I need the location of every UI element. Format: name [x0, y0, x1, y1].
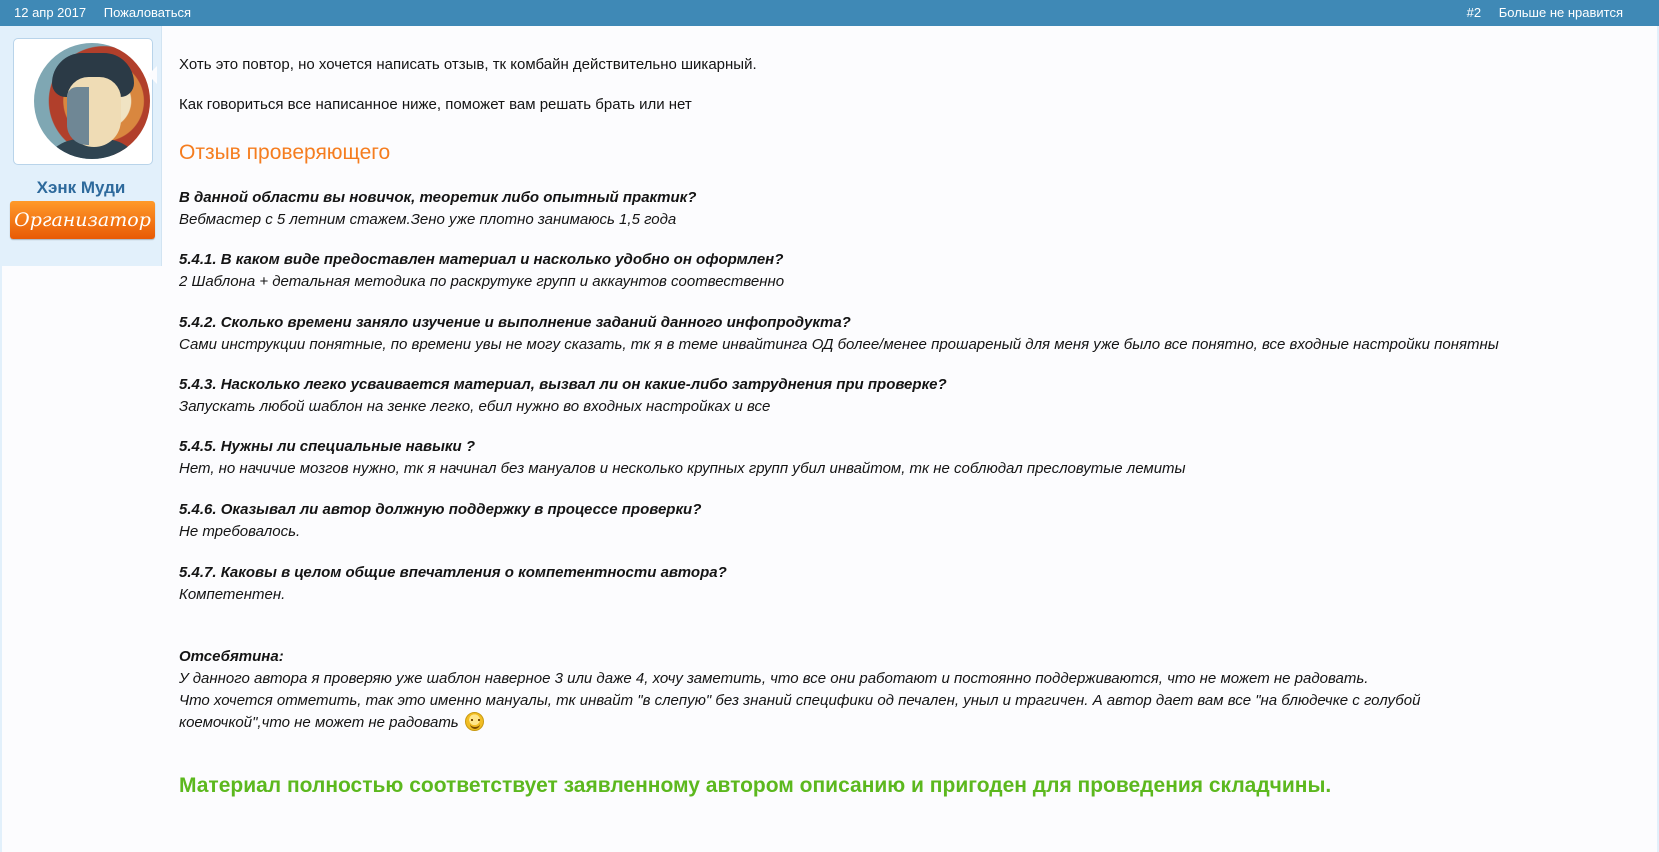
qa-answer: Вебмастер с 5 летним стажем.Зено уже пло…	[179, 211, 677, 228]
qa-answer: Нет, но начичие мозгов нужно, тк я начин…	[179, 460, 1186, 477]
avatar-shade-shape	[67, 87, 89, 145]
qa-block: 5.4.7. Каковы в целом общие впечатления …	[179, 562, 1639, 606]
qa-question: 5.4.2. Сколько времени заняло изучение и…	[179, 314, 851, 331]
smiley-icon	[464, 712, 484, 731]
role-badge: Организатор	[10, 201, 155, 239]
unlike-link[interactable]: Больше не нравится	[1499, 5, 1623, 20]
qa-question: 5.4.5. Нужны ли специальные навыки ?	[179, 438, 476, 455]
qa-question: 5.4.1. В каком виде предоставлен материа…	[179, 251, 784, 268]
avatar[interactable]	[34, 43, 150, 159]
notes-line-3-wrap: коемочкой",что не может не радовать	[179, 712, 1639, 734]
qa-question: 5.4.3. Насколько легко усваивается матер…	[179, 376, 947, 393]
qa-block: 5.4.6. Оказывал ли автор должную поддерж…	[179, 499, 1639, 543]
author-username[interactable]: Хэнк Муди	[0, 178, 162, 198]
notes-block: Отсебятина: У данного автора я проверяю …	[179, 646, 1639, 734]
post-number-link[interactable]: #2	[1467, 5, 1481, 20]
qa-block: 5.4.2. Сколько времени заняло изучение и…	[179, 312, 1639, 356]
qa-answer: Не требовалось.	[179, 523, 301, 540]
qa-answer: Сами инструкции понятные, по времени увы…	[179, 336, 1499, 353]
post-date[interactable]: 12 апр 2017	[14, 5, 86, 20]
author-sidebar: Хэнк Муди Организатор	[0, 26, 162, 266]
notes-line-3: коемочкой",что не может не радовать	[179, 714, 459, 731]
avatar-frame[interactable]	[13, 38, 153, 165]
qa-answer: Компетентен.	[179, 586, 286, 603]
notes-heading: Отсебятина:	[179, 648, 284, 665]
qa-answer: 2 Шаблона + детальная методика по раскру…	[179, 273, 785, 290]
post-header-bar: 12 апр 2017 Пожаловаться #2 Больше не нр…	[0, 0, 1659, 26]
final-verdict: Материал полностью соответствует заявлен…	[179, 774, 1332, 797]
notes-line-2: Что хочется отметить, так это именно ман…	[179, 692, 1421, 709]
qa-question: 5.4.6. Оказывал ли автор должную поддерж…	[179, 501, 702, 518]
intro-line-2: Как говориться все написанное ниже, помо…	[179, 96, 692, 113]
qa-block: 5.4.1. В каком виде предоставлен материа…	[179, 249, 1639, 293]
post-meta-right: #2 Больше не нравится	[1453, 0, 1623, 26]
intro-line-1: Хоть это повтор, но хочется написать отз…	[179, 56, 757, 73]
qa-block: В данной области вы новичок, теоретик ли…	[179, 187, 1639, 231]
qa-answer: Запускать любой шаблон на зенке легко, е…	[179, 398, 771, 415]
qa-question: 5.4.7. Каковы в целом общие впечатления …	[179, 564, 727, 581]
post-meta-left: 12 апр 2017 Пожаловаться	[14, 0, 205, 26]
review-heading: Отзыв проверяющего	[179, 141, 391, 164]
notes-line-1: У данного автора я проверяю уже шаблон н…	[179, 670, 1369, 687]
qa-question: В данной области вы новичок, теоретик ли…	[179, 189, 697, 206]
qa-block: 5.4.5. Нужны ли специальные навыки ? Нет…	[179, 436, 1639, 480]
message-pointer-arrow	[148, 66, 157, 84]
qa-block: 5.4.3. Насколько легко усваивается матер…	[179, 374, 1639, 418]
report-link[interactable]: Пожаловаться	[104, 5, 191, 20]
